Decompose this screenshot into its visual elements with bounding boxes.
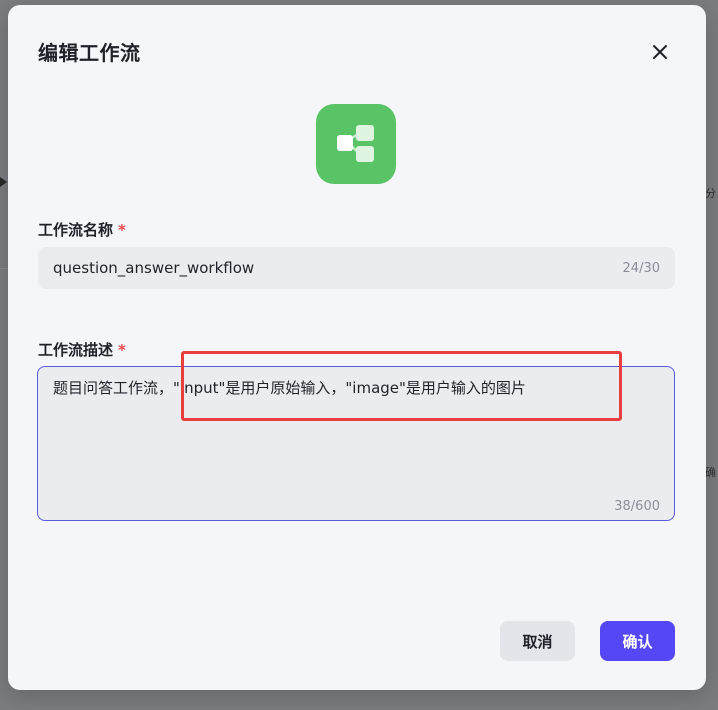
background-text-fragment: 分 (705, 187, 716, 200)
confirm-button[interactable]: 确认 (600, 621, 675, 661)
workflow-description-value: 题目问答工作流，"input"是用户原始输入，"image"是用户输入的图片 (53, 379, 526, 397)
close-button[interactable] (648, 40, 672, 64)
workflow-name-label-text: 工作流名称 (38, 221, 114, 239)
workflow-description-label-text: 工作流描述 (38, 341, 114, 359)
cancel-button[interactable]: 取消 (500, 621, 575, 661)
workflow-name-label: 工作流名称 * (38, 219, 126, 240)
workflow-description-label: 工作流描述 * (38, 339, 126, 360)
workflow-icon (337, 125, 374, 162)
background-text-fragment: 确 (705, 466, 716, 479)
required-marker: * (118, 221, 126, 239)
workflow-description-textarea[interactable]: 题目问答工作流，"input"是用户原始输入，"image"是用户输入的图片 3… (37, 366, 675, 521)
close-icon (653, 45, 667, 59)
workflow-name-counter: 24/30 (622, 260, 660, 276)
required-marker: * (118, 341, 126, 359)
workflow-name-input[interactable]: question_answer_workflow 24/30 (38, 247, 675, 289)
workflow-avatar[interactable] (316, 104, 396, 184)
workflow-name-value: question_answer_workflow (53, 259, 255, 277)
workflow-description-counter: 38/600 (614, 499, 660, 514)
edit-workflow-dialog: 编辑工作流 工作流名称 * question_answer_workflow 24… (8, 5, 706, 690)
dialog-title: 编辑工作流 (38, 41, 141, 65)
background-arrow-icon (0, 177, 7, 187)
